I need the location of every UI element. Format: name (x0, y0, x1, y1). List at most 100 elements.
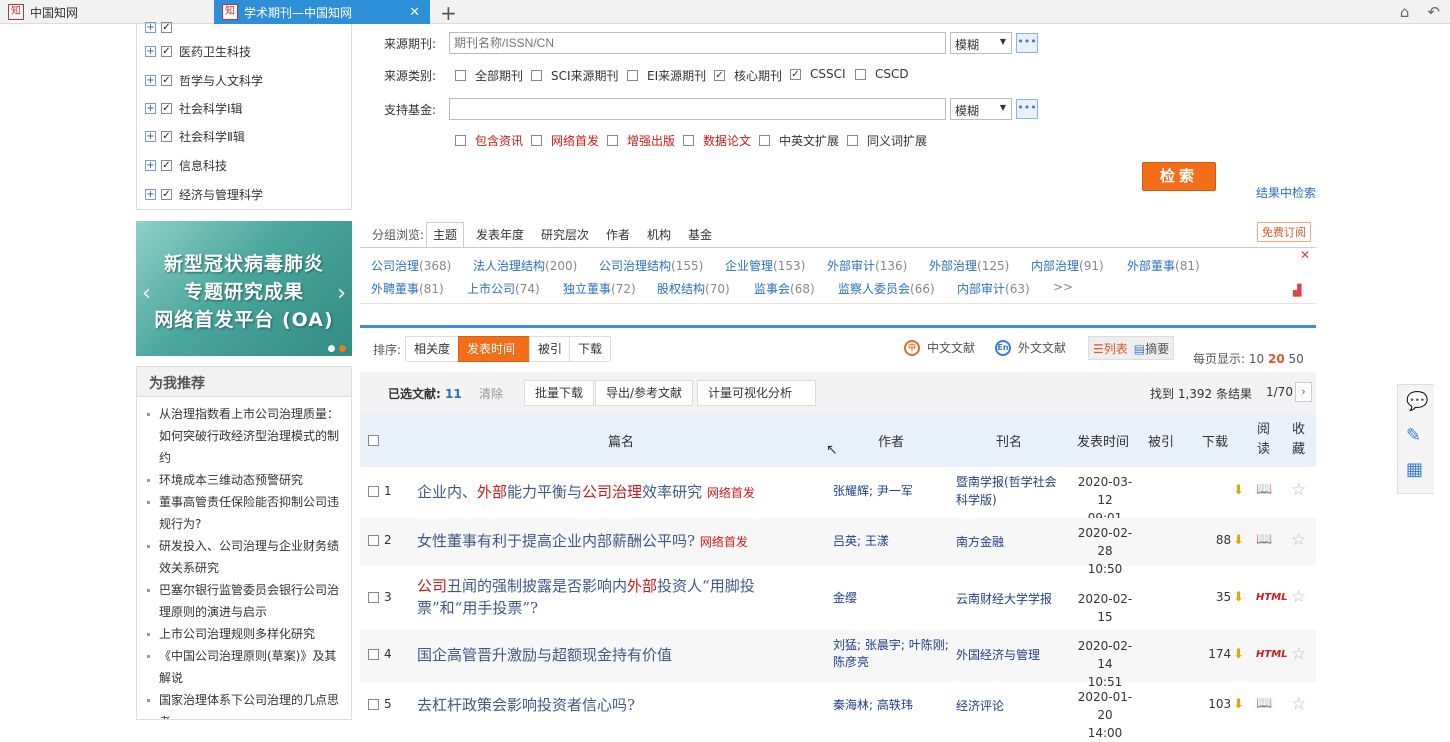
read-book-icon[interactable]: 📖 (1256, 532, 1272, 547)
header-date[interactable]: 发表时间 (1077, 431, 1129, 450)
checkbox-icon[interactable] (759, 135, 770, 146)
more-options-icon[interactable]: ••• (1016, 33, 1038, 53)
topic-filter-link[interactable]: 外聘董事(81) (371, 280, 444, 297)
source-type-checkbox[interactable]: ✓ CSSCI (790, 67, 846, 81)
row-checkbox[interactable] (368, 592, 379, 603)
feedback-bubble-icon[interactable]: 💬 (1406, 391, 1428, 412)
sort-cited-button[interactable]: 被引 (529, 336, 572, 362)
journal-link[interactable]: 南方金融 (956, 533, 1066, 551)
topic-filter-link[interactable]: 法人治理结构(200) (473, 257, 577, 274)
select-all-checkbox[interactable] (368, 435, 379, 446)
fund-match-select[interactable]: 模糊 (950, 98, 1012, 120)
topic-filter-link[interactable]: 公司治理(368) (371, 257, 451, 274)
expand-icon[interactable]: + (145, 131, 156, 142)
header-downloads[interactable]: 下载 (1202, 431, 1228, 450)
expand-icon[interactable]: + (145, 46, 156, 57)
more-options-icon[interactable]: ••• (1016, 99, 1038, 119)
checkbox-icon[interactable] (683, 135, 694, 146)
recommendation-link[interactable]: 《中国公司治理原则(草案)》及其解说 (147, 645, 343, 689)
download-cell[interactable]: 35 ⬇ (1198, 590, 1244, 605)
recommendation-link[interactable]: 巴塞尔银行监管委员会银行公司治理原则的演进与启示 (147, 579, 343, 623)
download-icon[interactable]: ⬇ (1233, 647, 1244, 662)
free-subscribe-button[interactable]: 免费订阅 (1257, 222, 1311, 242)
source-type-checkbox[interactable]: SCI来源期刊 (531, 67, 619, 84)
option-checkbox[interactable]: 网络首发 (531, 132, 599, 149)
next-arrow-icon[interactable]: › (337, 281, 346, 306)
carousel-dot[interactable] (328, 345, 335, 352)
header-title[interactable]: 篇名 (608, 431, 634, 450)
recommendation-link[interactable]: 环境成本三维动态预警研究 (147, 469, 343, 491)
topic-filter-link[interactable]: 上市公司(74) (467, 280, 540, 297)
checkbox-icon[interactable]: ✓ (161, 22, 172, 33)
topic-filter-link[interactable]: 内部治理(91) (1031, 257, 1104, 274)
carousel-dot[interactable] (339, 345, 346, 352)
sort-relevance-button[interactable]: 相关度 (405, 336, 460, 362)
group-tab-author[interactable]: 作者 (606, 226, 630, 243)
download-cell[interactable]: ⬇ (1198, 483, 1244, 498)
download-icon[interactable]: ⬇ (1233, 483, 1244, 498)
close-icon[interactable]: ✕ (409, 5, 420, 20)
topic-filter-link[interactable]: 外部董事(81) (1127, 257, 1200, 274)
expand-icon[interactable]: + (145, 75, 156, 86)
favorite-star-icon[interactable]: ☆ (1291, 530, 1306, 550)
read-html-icon[interactable]: HTML (1256, 592, 1288, 603)
article-title-link[interactable]: 国企高管晋升激励与超额现金持有价值 (417, 644, 807, 666)
author-links[interactable]: 张耀辉; 尹一军 (833, 483, 928, 500)
option-checkbox[interactable]: 同义词扩展 (847, 132, 927, 149)
download-cell[interactable]: 88 ⬇ (1198, 533, 1244, 548)
journal-link[interactable]: 暨南学报(哲学社会科学版) (956, 473, 1066, 509)
checkbox-icon[interactable] (531, 70, 542, 81)
tree-item[interactable]: + ✓ 社会科学Ⅰ辑 (145, 100, 243, 117)
checked-checkbox-icon[interactable]: ✓ (790, 68, 801, 80)
header-journal[interactable]: 刊名 (996, 431, 1022, 450)
topic-filter-link[interactable]: 公司治理结构(155) (599, 257, 703, 274)
source-type-checkbox[interactable]: 全部期刊 (455, 67, 523, 84)
read-html-icon[interactable]: HTML (1256, 649, 1288, 660)
download-icon[interactable]: ⬇ (1233, 590, 1244, 605)
row-checkbox[interactable] (368, 535, 379, 546)
expand-icon[interactable]: + (145, 22, 156, 33)
more-topics-link[interactable]: >> (1053, 280, 1073, 294)
undo-icon[interactable]: ↶ (1427, 3, 1440, 21)
expand-icon[interactable]: + (145, 103, 156, 114)
article-title-link[interactable]: 去杠杆政策会影响投资者信心吗? (417, 694, 807, 716)
tree-item[interactable]: + ✓ 哲学与人文科学 (145, 72, 263, 89)
download-icon[interactable]: ⬇ (1233, 697, 1244, 712)
journal-match-select[interactable]: 模糊 (950, 32, 1012, 54)
download-icon[interactable]: ⬇ (1233, 533, 1244, 548)
checkbox-icon[interactable]: ✓ (161, 46, 172, 57)
pencil-icon[interactable]: ✎ (1406, 425, 1421, 446)
header-author[interactable]: 作者 (878, 431, 904, 450)
sort-date-button[interactable]: 发表时间↓ (458, 336, 530, 380)
topic-filter-link[interactable]: 独立董事(72) (563, 280, 636, 297)
chart-icon[interactable]: ▟ (1293, 284, 1301, 297)
source-type-checkbox[interactable]: EI来源期刊 (627, 67, 706, 84)
search-in-results-link[interactable]: 结果中检索 (1256, 184, 1316, 201)
per-page-option[interactable]: 50 (1289, 352, 1304, 366)
header-cited[interactable]: 被引 (1148, 431, 1174, 450)
bulk-download-button[interactable]: 批量下载 (524, 380, 595, 406)
journal-link[interactable]: 经济评论 (956, 697, 1066, 715)
checkbox-icon[interactable] (455, 135, 466, 146)
recommendation-link[interactable]: 从治理指数看上市公司治理质量：如何突破行政经济型治理模式的制约 (147, 403, 343, 469)
prev-arrow-icon[interactable]: ‹ (142, 281, 151, 306)
checkbox-icon[interactable]: ✓ (161, 103, 172, 114)
per-page-option-active[interactable]: 20 (1268, 352, 1285, 366)
toolbox-icon[interactable]: ⌂ (1400, 3, 1410, 21)
topic-filter-link[interactable]: 外部审计(136) (827, 257, 907, 274)
document-check-icon[interactable]: ▦ (1406, 459, 1423, 480)
expand-icon[interactable]: + (145, 189, 156, 200)
group-tab-fund[interactable]: 基金 (688, 226, 712, 243)
search-button[interactable]: 检索 (1142, 162, 1216, 191)
author-links[interactable]: 刘猛; 张晨宇; 叶陈刚; 陈彦亮 (833, 637, 953, 671)
close-icon[interactable]: ✕ (1300, 248, 1310, 262)
visualize-analysis-button[interactable]: 计量可视化分析▼ (697, 380, 816, 423)
next-page-button[interactable]: › (1295, 382, 1312, 402)
recommendation-link[interactable]: 上市公司治理规则多样化研究 (147, 623, 343, 645)
tree-item[interactable]: + ✓ 信息科技 (145, 157, 227, 174)
article-title-link[interactable]: 公司丑闻的强制披露是否影响内外部投资人“用脚投票”和“用手投票”? (417, 575, 797, 619)
source-type-checkbox[interactable]: ✓ 核心期刊 (714, 67, 782, 84)
checkbox-icon[interactable]: ✓ (161, 189, 172, 200)
favorite-star-icon[interactable]: ☆ (1291, 644, 1306, 664)
fund-input[interactable] (449, 98, 946, 120)
